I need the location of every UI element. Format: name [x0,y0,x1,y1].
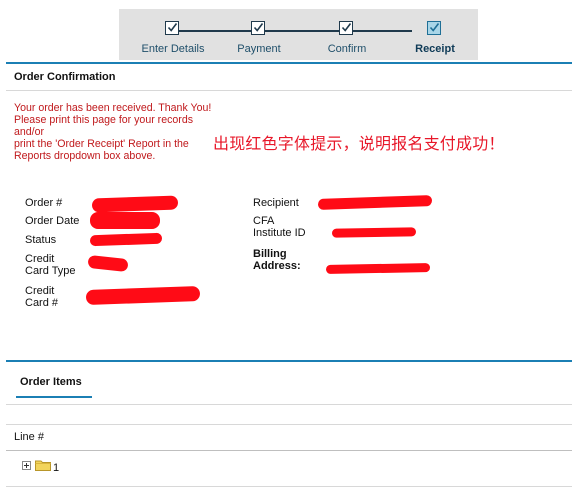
grid-bottom-border [6,486,572,487]
section-divider [6,62,572,64]
checkbox-checked-icon [427,21,441,35]
plus-square-icon[interactable] [22,461,31,470]
label-credit-card-type: Credit Card Type [25,253,76,277]
checkbox-checked-icon [339,21,353,35]
step-label: Payment [237,43,281,55]
label-line: Institute ID [253,227,306,239]
label-line: CFA [253,215,275,227]
label-order-number: Order # [25,197,63,209]
notice-line: Reports dropdown box above. [14,150,156,162]
label-line: Credit [25,285,55,297]
line-number: 1 [53,462,60,474]
label-line: Card Type [25,265,76,277]
redaction-status [89,232,163,247]
notice-line: Please print this page for your records [14,114,194,126]
grid-header-border [6,450,572,451]
label-recipient: Recipient [253,197,299,209]
column-header-line-number[interactable]: Line # [14,431,44,443]
tab-order-items[interactable]: Order Items [20,376,82,388]
section-title-order-confirmation: Order Confirmation [14,71,116,83]
notice-line: print the 'Order Receipt' Report in the [14,138,189,150]
progress-connector [178,30,412,32]
checkout-progress-bar: Enter Details Payment Confirm Receipt [119,9,478,60]
redaction-billing-address [325,263,431,274]
redaction-cfa-institute-id [331,227,417,238]
checkbox-checked-icon [165,21,179,35]
label-line: Card # [25,297,59,309]
section-divider [6,360,572,362]
label-status: Status [25,234,57,246]
folder-icon [35,460,51,471]
notice-line: and/or [14,126,45,138]
redaction-credit-card-type [87,254,129,273]
divider [6,404,572,405]
checkbox-checked-icon [251,21,265,35]
annotation-text: 出现红色字体提示，说明报名支付成功！ [213,134,505,153]
step-label: Enter Details [141,43,205,55]
tab-active-indicator [16,396,92,398]
redaction-order-number [91,195,179,213]
divider [6,90,572,91]
label-order-date: Order Date [25,215,80,227]
success-notice: Your order has been received. Thank You!… [14,102,239,162]
step-label: Confirm [327,43,367,55]
label-cfa-institute-id: CFA Institute ID [253,215,306,239]
grid-top-border [6,424,572,425]
notice-line: Your order has been received. Thank You! [14,102,212,114]
redaction-credit-card-number [85,286,201,305]
label-line: Address: [253,260,301,272]
label-line: Credit [25,253,55,265]
label-credit-card-number: Credit Card # [25,285,58,309]
label-billing-address: Billing Address: [253,248,301,272]
redaction-order-date [90,212,160,229]
step-label-current: Receipt [415,43,455,55]
label-line: Billing [253,248,287,260]
redaction-recipient [317,195,433,210]
